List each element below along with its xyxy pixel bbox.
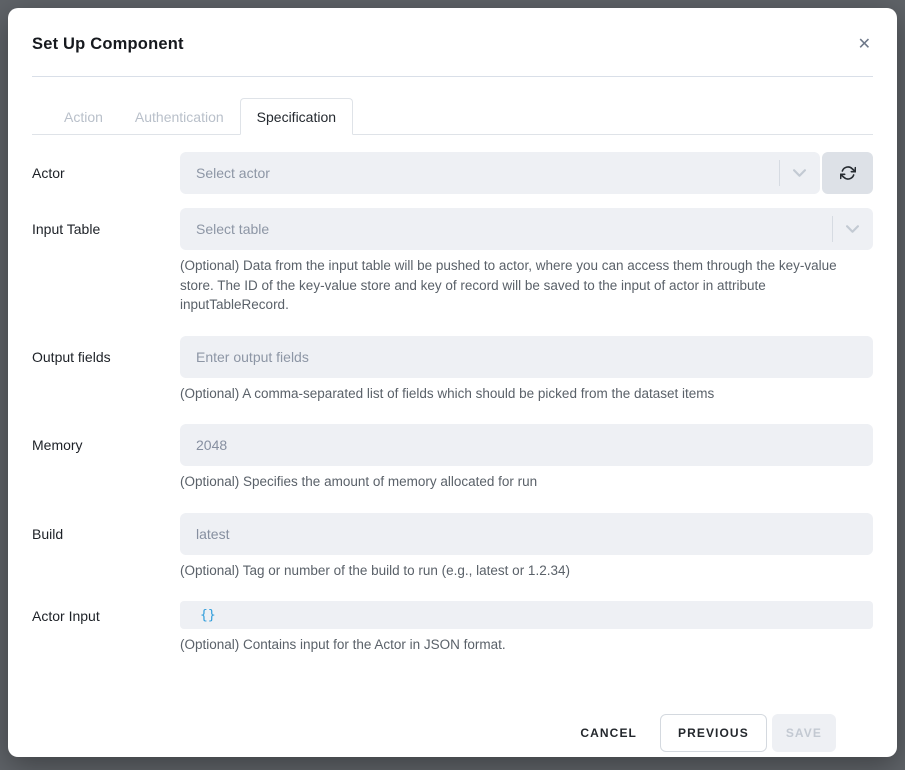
setup-component-modal: Set Up Component ✕ Action Authentication…	[8, 8, 897, 757]
actor-select-placeholder: Select actor	[196, 165, 779, 181]
field-row-input-table: Input Table Select table (Optional) Data…	[32, 208, 873, 315]
tab-authentication[interactable]: Authentication	[119, 99, 240, 134]
field-row-output-fields: Output fields (Optional) A comma-separat…	[32, 336, 873, 404]
select-divider	[832, 216, 833, 242]
field-row-actor: Actor Select actor	[32, 152, 873, 194]
actor-select[interactable]: Select actor	[180, 152, 820, 194]
field-label-output-fields: Output fields	[32, 336, 180, 404]
input-table-select[interactable]: Select table	[180, 208, 873, 250]
field-row-memory: Memory (Optional) Specifies the amount o…	[32, 424, 873, 492]
close-icon[interactable]: ✕	[856, 32, 873, 56]
actor-input-editor[interactable]: {}	[180, 601, 873, 629]
actor-input-help-text: (Optional) Contains input for the Actor …	[180, 635, 873, 655]
previous-button[interactable]: PREVIOUS	[660, 714, 767, 752]
save-button[interactable]: SAVE	[772, 714, 836, 752]
input-table-help-text: (Optional) Data from the input table wil…	[180, 256, 873, 315]
build-help-text: (Optional) Tag or number of the build to…	[180, 561, 873, 581]
cancel-button[interactable]: CANCEL	[562, 714, 655, 752]
modal-footer: CANCEL PREVIOUS SAVE	[32, 676, 873, 752]
chevron-down-icon	[793, 169, 806, 177]
field-label-actor-input: Actor Input	[32, 601, 180, 655]
memory-help-text: (Optional) Specifies the amount of memor…	[180, 472, 873, 492]
tab-specification[interactable]: Specification	[240, 98, 353, 135]
output-fields-input[interactable]	[180, 336, 873, 378]
field-row-actor-input: Actor Input {} (Optional) Contains input…	[32, 601, 873, 655]
build-input[interactable]	[180, 513, 873, 555]
refresh-icon	[840, 165, 856, 181]
input-table-select-placeholder: Select table	[196, 221, 832, 237]
select-divider	[779, 160, 780, 186]
modal-header: Set Up Component ✕	[32, 8, 873, 77]
modal-backdrop: { "modal": { "title": "Set Up Component"…	[0, 0, 905, 770]
chevron-down-icon	[846, 225, 859, 233]
tab-bar: Action Authentication Specification	[32, 98, 873, 135]
field-row-build: Build (Optional) Tag or number of the bu…	[32, 513, 873, 581]
memory-input[interactable]	[180, 424, 873, 466]
field-label-build: Build	[32, 513, 180, 581]
field-label-input-table: Input Table	[32, 208, 180, 315]
output-fields-help-text: (Optional) A comma-separated list of fie…	[180, 384, 873, 404]
refresh-button[interactable]	[822, 152, 873, 194]
specification-form: Actor Select actor	[8, 135, 897, 752]
field-label-memory: Memory	[32, 424, 180, 492]
modal-title: Set Up Component	[32, 35, 184, 54]
field-label-actor: Actor	[32, 152, 180, 194]
tab-action[interactable]: Action	[48, 99, 119, 134]
actor-input-code-value: {}	[200, 608, 216, 623]
